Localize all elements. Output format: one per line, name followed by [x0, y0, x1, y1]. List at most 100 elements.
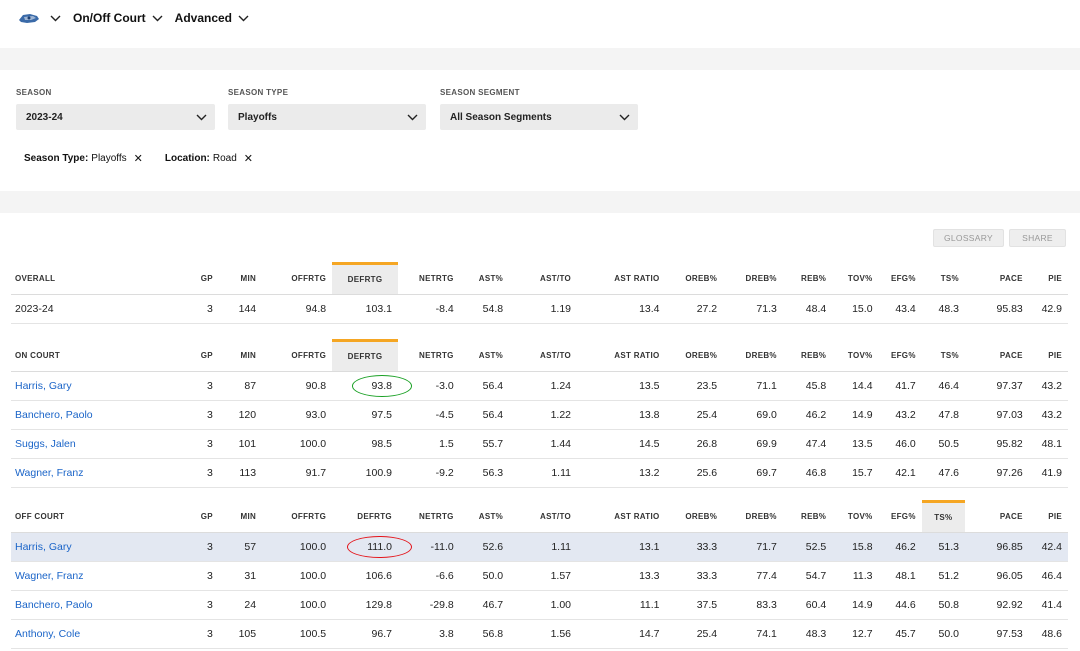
column-header-efg-[interactable]: EFG% [878, 340, 922, 372]
column-header-ts-[interactable]: TS% [921, 500, 965, 533]
table-row: Anthony, Cole 3 105 100.5 96.7 3.8 56.8 1.56 14.… [11, 619, 1068, 649]
column-header-efg-[interactable]: EFG% [878, 501, 922, 533]
player-link[interactable]: Wagner, Franz [11, 561, 189, 591]
column-header-ast-to[interactable]: AST/TO [509, 501, 578, 533]
glossary-button[interactable]: GLOSSARY [933, 229, 1004, 247]
season-segment-select[interactable]: All Season Segments [440, 104, 638, 130]
column-header-ast-to[interactable]: AST/TO [509, 263, 578, 295]
column-header-dreb-[interactable]: DREB% [723, 340, 783, 372]
column-header-efg-[interactable]: EFG% [878, 263, 922, 295]
column-header-pie[interactable]: PIE [1028, 340, 1068, 372]
column-header-ast-ratio[interactable]: AST RATIO [577, 263, 666, 295]
column-header-reb-[interactable]: REB% [782, 340, 833, 372]
stat-cell: 46.0 [878, 429, 922, 459]
stat-cell: 96.05 [964, 561, 1029, 591]
column-header-oreb-[interactable]: OREB% [665, 340, 724, 372]
player-link[interactable]: Wagner, Franz [11, 458, 189, 488]
column-header-tov-[interactable]: TOV% [832, 340, 879, 372]
column-header-netrtg[interactable]: NETRTG [397, 340, 460, 372]
season-select[interactable]: 2023-24 [16, 104, 215, 130]
chevron-down-icon[interactable] [50, 15, 61, 22]
column-header-pace[interactable]: PACE [964, 501, 1029, 533]
section-divider [0, 191, 1080, 213]
stat-cell: 42.1 [878, 458, 922, 488]
column-header-ast-to[interactable]: AST/TO [509, 340, 578, 372]
column-header-reb-[interactable]: REB% [782, 263, 833, 295]
column-header-reb-[interactable]: REB% [782, 501, 833, 533]
stat-cell: 3 [188, 429, 219, 459]
column-header-netrtg[interactable]: NETRTG [397, 263, 460, 295]
player-link[interactable]: Anthony, Cole [11, 619, 189, 649]
active-filters: Season Type: Playoffs ✕ Location: Road ✕ [24, 152, 275, 165]
column-header-min[interactable]: MIN [218, 501, 263, 533]
season-segment-select-value: All Season Segments [450, 111, 552, 123]
column-header-offrtg[interactable]: OFFRTG [262, 340, 333, 372]
column-header-pie[interactable]: PIE [1028, 263, 1068, 295]
nav-on-off-court[interactable]: On/Off Court [73, 11, 163, 25]
player-link[interactable]: Banchero, Paolo [11, 590, 189, 620]
column-header-ast-ratio[interactable]: AST RATIO [577, 340, 666, 372]
stat-cell: 3 [188, 619, 219, 649]
stat-cell: 50.5 [921, 429, 965, 459]
stat-cell: 51.3 [921, 532, 965, 562]
close-icon[interactable]: ✕ [134, 152, 143, 165]
player-link[interactable]: Harris, Gary [11, 532, 189, 562]
stat-cell: 96.85 [964, 532, 1029, 562]
column-header-gp[interactable]: GP [188, 263, 219, 295]
season-type-select[interactable]: Playoffs [228, 104, 426, 130]
nav-on-off-court-label: On/Off Court [73, 11, 146, 25]
stat-cell: 12.7 [832, 619, 879, 649]
column-header-defrtg[interactable]: DEFRTG [332, 501, 398, 533]
stat-cell: 1.11 [509, 458, 578, 488]
stat-cell: 1.56 [509, 619, 578, 649]
column-header-ast-[interactable]: AST% [459, 340, 510, 372]
table-row: Harris, Gary 3 87 90.8 93.8 -3.0 56.4 1.24 13.5 2… [11, 371, 1068, 401]
column-header-dreb-[interactable]: DREB% [723, 501, 783, 533]
column-header-ts-[interactable]: TS% [921, 340, 965, 372]
player-link[interactable]: Harris, Gary [11, 371, 189, 401]
column-header-defrtg[interactable]: DEFRTG [332, 262, 398, 295]
stat-cell: 45.8 [782, 371, 833, 401]
column-header-tov-[interactable]: TOV% [832, 263, 879, 295]
magic-logo-icon[interactable] [18, 11, 40, 25]
nav-advanced[interactable]: Advanced [175, 11, 249, 25]
column-header-ast-[interactable]: AST% [459, 263, 510, 295]
column-header-min[interactable]: MIN [218, 340, 263, 372]
column-header-tov-[interactable]: TOV% [832, 501, 879, 533]
stat-cell: 13.8 [577, 400, 666, 430]
column-header-offrtg[interactable]: OFFRTG [262, 501, 333, 533]
stat-cell: 100.0 [262, 429, 333, 459]
column-header-oreb-[interactable]: OREB% [665, 263, 724, 295]
stat-cell: 13.1 [577, 532, 666, 562]
column-header-defrtg[interactable]: DEFRTG [332, 339, 398, 372]
column-header-pie[interactable]: PIE [1028, 501, 1068, 533]
column-header-ts-[interactable]: TS% [921, 263, 965, 295]
stat-cell: 13.4 [577, 294, 666, 324]
stat-cell: 56.4 [459, 400, 510, 430]
stat-cell: 14.5 [577, 429, 666, 459]
column-header-ast-ratio[interactable]: AST RATIO [577, 501, 666, 533]
player-link[interactable]: Banchero, Paolo [11, 400, 189, 430]
season-filter: SEASON 2023-24 [16, 88, 215, 130]
column-header-offrtg[interactable]: OFFRTG [262, 263, 333, 295]
share-button[interactable]: SHARE [1009, 229, 1066, 247]
column-header-dreb-[interactable]: DREB% [723, 263, 783, 295]
column-header-oreb-[interactable]: OREB% [665, 501, 724, 533]
column-header-pace[interactable]: PACE [964, 263, 1029, 295]
chevron-down-icon [238, 15, 249, 21]
stat-cell: 43.2 [1028, 371, 1068, 401]
stat-cell: 92.92 [964, 590, 1029, 620]
column-header-gp[interactable]: GP [188, 501, 219, 533]
column-header-ast-[interactable]: AST% [459, 501, 510, 533]
column-header-gp[interactable]: GP [188, 340, 219, 372]
stat-cell: 71.7 [723, 532, 783, 562]
stat-cell: 43.2 [878, 400, 922, 430]
close-icon[interactable]: ✕ [244, 152, 253, 165]
stat-cell: 42.9 [1028, 294, 1068, 324]
column-header-netrtg[interactable]: NETRTG [397, 501, 460, 533]
stat-cell: 50.8 [921, 590, 965, 620]
column-header-min[interactable]: MIN [218, 263, 263, 295]
column-header-pace[interactable]: PACE [964, 340, 1029, 372]
season-select-value: 2023-24 [26, 111, 63, 123]
player-link[interactable]: Suggs, Jalen [11, 429, 189, 459]
